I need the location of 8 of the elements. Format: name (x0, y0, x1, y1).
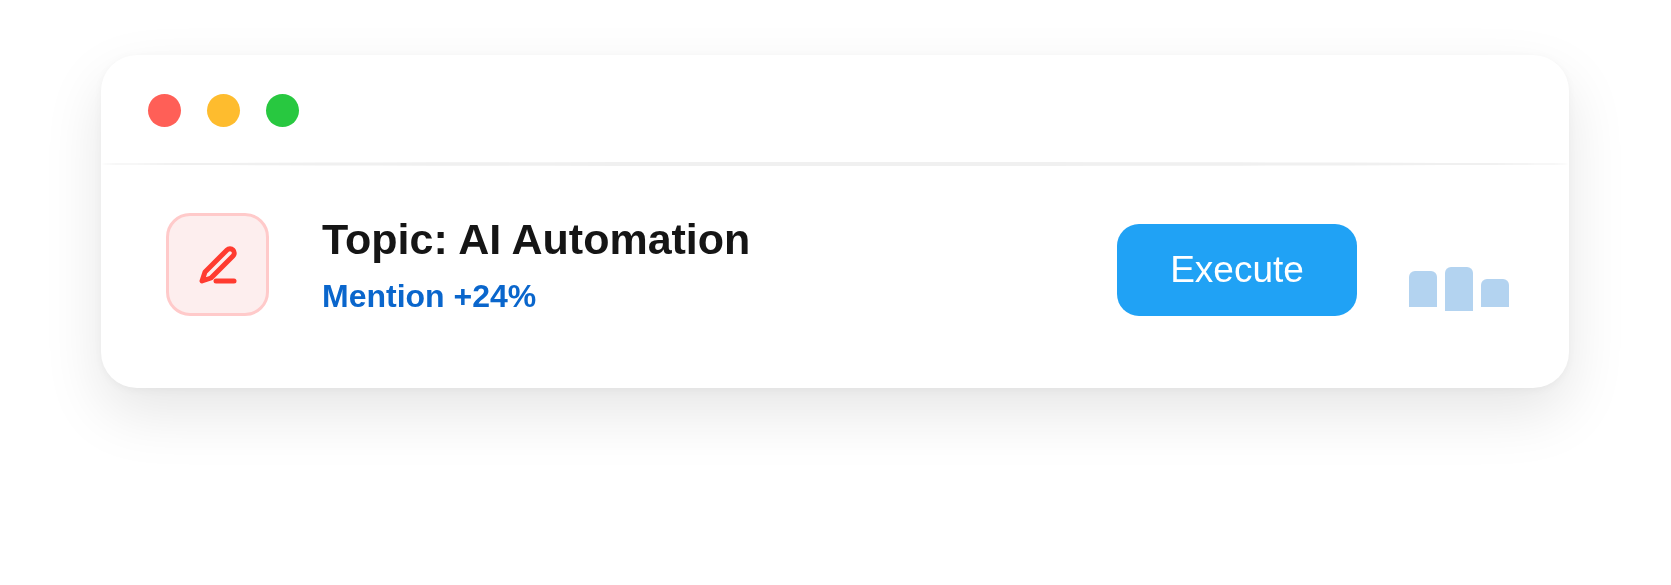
bar-chart-icon (1409, 267, 1509, 312)
close-button[interactable] (148, 94, 181, 127)
pencil-icon (166, 213, 269, 316)
maximize-button[interactable] (266, 94, 299, 127)
mention-trend: Mention +24% (322, 277, 538, 315)
execute-button[interactable]: Execute (1117, 223, 1357, 316)
minimize-button[interactable] (207, 94, 240, 127)
topic-title: Topic: AI Automation (322, 214, 752, 264)
